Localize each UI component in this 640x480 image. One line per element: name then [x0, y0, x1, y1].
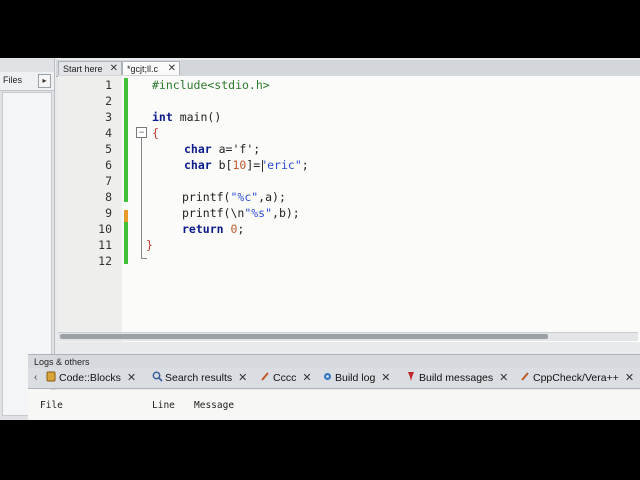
line-number: 10 — [98, 222, 112, 236]
tab-label: Cccc — [273, 372, 297, 384]
keyword: char — [184, 158, 212, 172]
line-number: 3 — [105, 110, 112, 124]
tab-cccc[interactable]: Cccc ✕ — [260, 370, 312, 386]
code-text: a='f'; — [211, 142, 261, 156]
change-bar-added — [124, 78, 128, 202]
tab-build-messages[interactable]: Build messages ✕ — [406, 370, 508, 386]
code-text: printf( — [182, 190, 231, 204]
line-number-gutter: 1 2 3 4 5 6 7 8 9 10 11 12 — [58, 76, 122, 342]
line-number: 8 — [105, 190, 112, 204]
tab-label: Search results — [165, 372, 233, 384]
line-number: 12 — [98, 254, 112, 268]
gear-icon — [322, 371, 332, 382]
tab-search-results[interactable]: Search results ✕ — [152, 370, 247, 386]
brace: { — [152, 126, 159, 140]
number-literal: 0 — [223, 222, 238, 236]
column-header-line[interactable]: Line — [152, 400, 175, 411]
pencil-icon — [260, 371, 270, 382]
code-line-1: #include<stdio.h> — [152, 78, 270, 92]
line-number: 7 — [105, 174, 112, 188]
code-blocks-icon — [46, 371, 56, 382]
pin-icon — [406, 371, 416, 382]
line-number: 1 — [105, 78, 112, 92]
code-line-10: return 0; — [182, 222, 244, 236]
close-icon[interactable]: ✕ — [625, 372, 634, 384]
close-icon[interactable]: ✕ — [499, 372, 508, 384]
string-literal: "%c" — [230, 190, 259, 204]
close-icon[interactable]: ✕ — [110, 62, 118, 76]
number-literal: 10 — [232, 158, 247, 172]
brace: } — [146, 238, 153, 252]
code-line-5: char a='f'; — [184, 142, 260, 156]
build-messages-table[interactable]: File Line Message — [28, 390, 640, 420]
change-bar-modified — [124, 210, 128, 222]
keyword: char — [184, 142, 212, 156]
tab-scroll-right-icon[interactable]: ▸ — [38, 74, 51, 88]
line-number: 2 — [105, 94, 112, 108]
code-text: ,b); — [272, 206, 300, 220]
code-line-4: { — [152, 126, 159, 140]
code-line-6: char b[10]="eric"; — [184, 158, 309, 172]
tab-label: *gcjt;ll.c — [127, 64, 159, 74]
code-text: ; — [237, 222, 245, 236]
management-tabbar: Files ▸ — [0, 72, 54, 91]
tab-files[interactable]: Files — [3, 75, 22, 85]
code-text: ]= — [246, 158, 261, 172]
close-icon[interactable]: ✕ — [168, 62, 176, 76]
line-number: 4 — [105, 126, 112, 140]
tab-label: Code::Blocks — [59, 372, 121, 384]
code-line-3: int main() — [152, 110, 221, 124]
string-literal: "%s" — [244, 206, 273, 220]
code-text: printf(\n — [182, 206, 245, 220]
logs-tabbar: ‹ Code::Blocks ✕ Search results ✕ Cccc ✕ Bu… — [28, 368, 640, 389]
line-number: 6 — [105, 158, 112, 172]
column-header-file[interactable]: File — [40, 400, 63, 411]
close-icon[interactable]: ✕ — [238, 372, 247, 384]
tab-code-blocks[interactable]: Code::Blocks ✕ — [46, 370, 136, 386]
code-text: ; — [301, 158, 309, 172]
line-number: 5 — [105, 142, 112, 156]
close-icon[interactable]: ✕ — [381, 372, 390, 384]
close-icon[interactable]: ✕ — [302, 372, 311, 384]
search-icon — [152, 371, 163, 382]
code-text: b[ — [211, 158, 233, 172]
fold-guide — [141, 138, 142, 258]
column-header-message[interactable]: Message — [194, 400, 234, 411]
tab-cppcheck-vera[interactable]: CppCheck/Vera++ ✕ — [520, 370, 634, 386]
text-cursor — [262, 160, 263, 172]
tab-label: Start here — [63, 64, 103, 74]
string-literal: "eric" — [260, 158, 302, 172]
line-number: 11 — [98, 238, 112, 252]
pencil-icon — [520, 371, 530, 382]
tab-build-log[interactable]: Build log ✕ — [322, 370, 391, 386]
scrollbar-thumb[interactable] — [60, 334, 548, 339]
tab-label: CppCheck/Vera++ — [533, 372, 619, 384]
keyword: int — [152, 110, 173, 124]
code-text: main() — [172, 110, 222, 124]
tab-label: Build log — [335, 372, 376, 384]
code-editor[interactable]: 1 2 3 4 5 6 7 8 9 10 11 12 − #include<st… — [58, 76, 640, 342]
fold-guide-end — [141, 258, 147, 259]
keyword: return — [182, 222, 224, 236]
close-icon[interactable]: ✕ — [127, 372, 136, 384]
logs-panel-title: Logs & others — [28, 354, 640, 368]
tab-source-file[interactable]: *gcjt;ll.c ✕ — [122, 61, 180, 75]
ide-window: Files ▸ Start here ✕ *gcjt;ll.c ✕ 1 2 3 … — [0, 58, 640, 420]
tab-label: Build messages — [419, 372, 494, 384]
code-line-11: } — [146, 238, 153, 252]
fold-toggle-icon[interactable]: − — [136, 127, 147, 138]
horizontal-scrollbar[interactable] — [58, 332, 638, 341]
editor-tabbar: Start here ✕ *gcjt;ll.c ✕ — [56, 60, 640, 77]
code-text: ,a); — [258, 190, 286, 204]
tab-start-here[interactable]: Start here ✕ — [58, 61, 122, 75]
change-bar-added — [124, 222, 128, 264]
tabs-prev-arrow-icon[interactable]: ‹ — [34, 370, 37, 386]
line-number: 9 — [105, 206, 112, 220]
code-line-8: printf("%c",a); — [182, 190, 286, 204]
preprocessor-directive: #include<stdio.h> — [152, 78, 270, 92]
code-line-9: printf(\n"%s",b); — [182, 206, 300, 220]
